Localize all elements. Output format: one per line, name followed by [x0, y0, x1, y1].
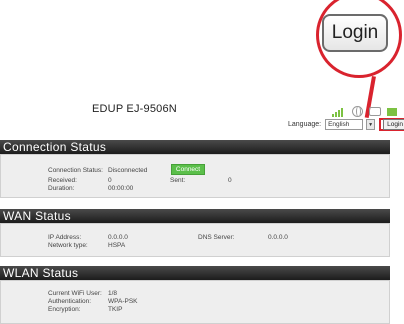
sent-label: Sent: — [170, 177, 186, 184]
connection-status-value: Disconnected — [108, 167, 148, 174]
wifi-users-label: Current WiFi User: — [48, 290, 102, 297]
brand-title: EDUP EJ-9506N — [92, 103, 177, 115]
login-button[interactable]: Login — [383, 119, 404, 130]
connection-status-label: Connection Status: — [48, 167, 103, 174]
battery-icon — [387, 107, 397, 116]
language-label: Language: — [288, 121, 322, 128]
signal-icon — [332, 107, 346, 117]
dns-server-label: DNS Server: — [198, 234, 235, 241]
ip-address-value: 0.0.0.0 — [108, 234, 128, 241]
connection-status-header: Connection Status — [0, 140, 390, 154]
duration-label: Duration: — [48, 185, 75, 192]
network-type-label: Network type: — [48, 242, 88, 249]
status-icons — [332, 106, 397, 117]
globe-icon — [352, 106, 363, 117]
ip-address-label: IP Address: — [48, 234, 82, 241]
duration-value: 00:00:00 — [108, 185, 134, 192]
chevron-down-icon[interactable]: ▼ — [366, 119, 376, 130]
encryption-label: Encryption: — [48, 306, 81, 313]
language-select[interactable]: English — [325, 119, 364, 130]
wan-status-header: WAN Status — [0, 209, 390, 223]
network-type-value: HSPA — [108, 242, 126, 249]
language-row: Language: English ▼ Login — [288, 118, 404, 131]
received-value: 0 — [108, 177, 112, 184]
connect-button[interactable]: Connect — [171, 164, 205, 175]
login-highlight: Login — [379, 118, 404, 131]
wifi-users-value: 1/8 — [108, 290, 118, 297]
zoomed-login-button: Login — [322, 14, 388, 52]
encryption-value: TKIP — [108, 306, 123, 313]
received-label: Received: — [48, 177, 77, 184]
authentication-value: WPA-PSK — [108, 298, 138, 305]
authentication-label: Authentication: — [48, 298, 92, 305]
wlan-status-header: WLAN Status — [0, 266, 390, 280]
sent-value: 0 — [228, 177, 232, 184]
dns-server-value: 0.0.0.0 — [268, 234, 288, 241]
message-icon — [369, 107, 381, 116]
